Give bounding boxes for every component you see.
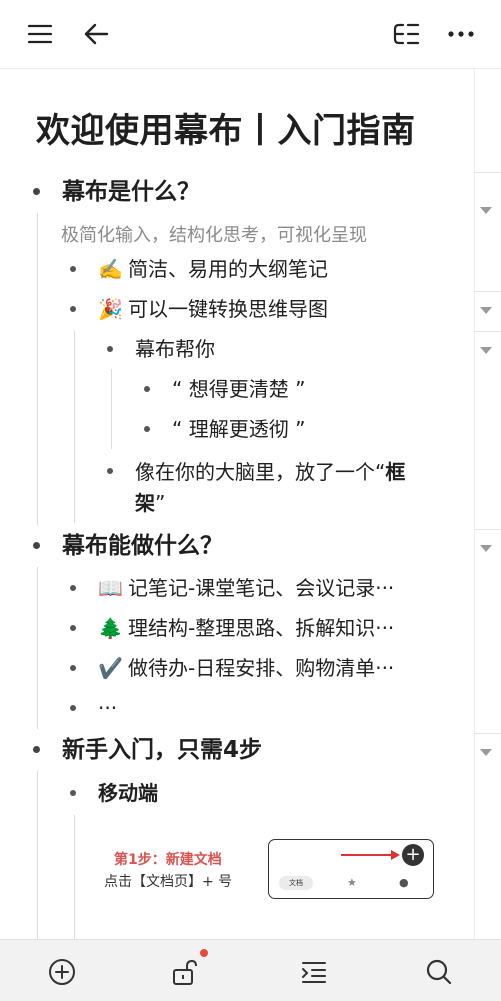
node-title-suffix: 步 [239,737,263,763]
more-icon[interactable] [441,16,481,52]
node-text: ” [155,491,166,515]
divider [474,733,501,734]
guide-line [37,771,38,939]
divider [474,529,501,530]
node-text: 幕布帮你 [135,337,215,361]
divider [474,331,501,332]
outline-node[interactable]: “ 理解更透彻 ” [144,415,305,443]
node-text: 像在你的大脑里，放了一个“ [135,460,386,484]
tree-icon: 🌲 [98,616,123,640]
step-title: 第1步：新建文档 [114,852,222,868]
outline-node[interactable]: ✔️ 做待办-日程安排、购物清单··· [70,654,394,682]
person-icon: ● [399,876,409,889]
divider [474,291,501,292]
outline-mindmap-icon[interactable] [386,16,426,52]
bullet[interactable] [70,790,76,796]
node-text: 做待办-日程安排、购物清单··· [128,656,395,680]
bullet[interactable] [70,266,76,272]
document-content: 欢迎使用幕布丨入门指南 幕布是什么？ 极简化输入，结构化思考，可视化呈现 ✍️ 简… [0,69,501,939]
bullet[interactable] [70,625,76,631]
guide-line [37,567,38,729]
unlock-icon[interactable] [166,954,202,990]
bullet[interactable] [33,746,40,753]
guide-line [74,815,75,939]
step-description: 点击【文档页】+ 号 [104,874,233,890]
notification-dot [200,949,208,957]
outline-node-s2[interactable]: 幕布能做什么？ [33,531,223,561]
back-arrow-icon[interactable] [76,16,116,52]
node-title-number: 4 [223,737,240,763]
outline-node[interactable]: 📖 记笔记-课堂笔记、会议记录··· [70,574,394,602]
bullet[interactable] [70,705,76,711]
node-title: 幕布能做什么？ [62,533,223,559]
divider [474,172,501,173]
node-text-bold: 框 [385,460,406,484]
indent-icon[interactable] [296,954,332,990]
node-text: 记笔记-课堂笔记、会议记录··· [128,576,395,600]
guide-line [111,369,112,449]
node-text: “ 想得更清楚 ” [172,377,306,401]
page-title: 欢迎使用幕布丨入门指南 [36,111,416,151]
top-bar [0,0,501,69]
writing-hand-icon: ✍️ [98,257,123,281]
node-text: “ 理解更透彻 ” [172,417,306,441]
red-arrowhead [391,850,400,860]
node-text: ··· [98,696,118,720]
plus-icon: + [402,844,424,866]
collapse-caret-icon[interactable] [480,545,492,552]
check-mark-icon: ✔️ [98,656,123,680]
menu-icon[interactable] [20,16,60,52]
guide-line [74,331,75,523]
add-circle-icon[interactable] [44,954,80,990]
guide-line [37,213,38,525]
node-text: 可以一键转换思维导图 [128,297,328,321]
outline-node[interactable]: 像在你的大脑里，放了一个“框架” [107,457,455,519]
outline-node[interactable]: “ 想得更清楚 ” [144,375,305,403]
collapse-caret-icon[interactable] [480,207,492,214]
node-text-bold: 架 [135,491,155,515]
outline-node[interactable]: ✍️ 简洁、易用的大纲笔记 [70,255,328,283]
bullet[interactable] [70,585,76,591]
red-arrow [341,854,393,856]
bullet[interactable] [33,542,40,549]
bullet[interactable] [107,468,113,474]
node-title: 新手入门，只需 [62,737,223,763]
node-text: 理结构-整理思路、拆解知识··· [128,616,395,640]
node-text: 简洁、易用的大纲笔记 [128,257,328,281]
documents-tab-label: 文档 [279,876,313,890]
search-icon[interactable] [421,954,457,990]
bottom-toolbar [0,939,501,1001]
outline-node-s1[interactable]: 幕布是什么？ [33,177,200,207]
outline-node[interactable]: 🌲 理结构-整理思路、拆解知识··· [70,614,394,642]
outline-node[interactable]: 幕布帮你 [107,335,215,363]
collapse-caret-icon[interactable] [480,307,492,314]
bullet[interactable] [70,306,76,312]
bullet[interactable] [33,188,40,195]
bullet[interactable] [107,346,113,352]
bullet[interactable] [70,665,76,671]
node-text: 移动端 [98,781,158,805]
outline-node-s3[interactable]: 新手入门，只需4步 [33,735,262,765]
node-note: 极简化输入，结构化思考，可视化呈现 [61,225,367,246]
bullet[interactable] [144,386,150,392]
outline-node[interactable]: 移动端 [70,779,158,807]
collapse-caret-icon[interactable] [480,347,492,354]
tutorial-image: + 文档 ★ ● [268,839,434,899]
collapse-caret-icon[interactable] [480,749,492,756]
right-rail [474,69,475,939]
star-icon: ★ [347,876,357,889]
bullet[interactable] [144,426,150,432]
party-popper-icon: 🎉 [98,297,123,321]
open-book-icon: 📖 [98,576,123,600]
node-title: 幕布是什么？ [62,179,200,205]
outline-node[interactable]: ··· [70,694,117,722]
outline-node[interactable]: 🎉 可以一键转换思维导图 [70,295,328,323]
